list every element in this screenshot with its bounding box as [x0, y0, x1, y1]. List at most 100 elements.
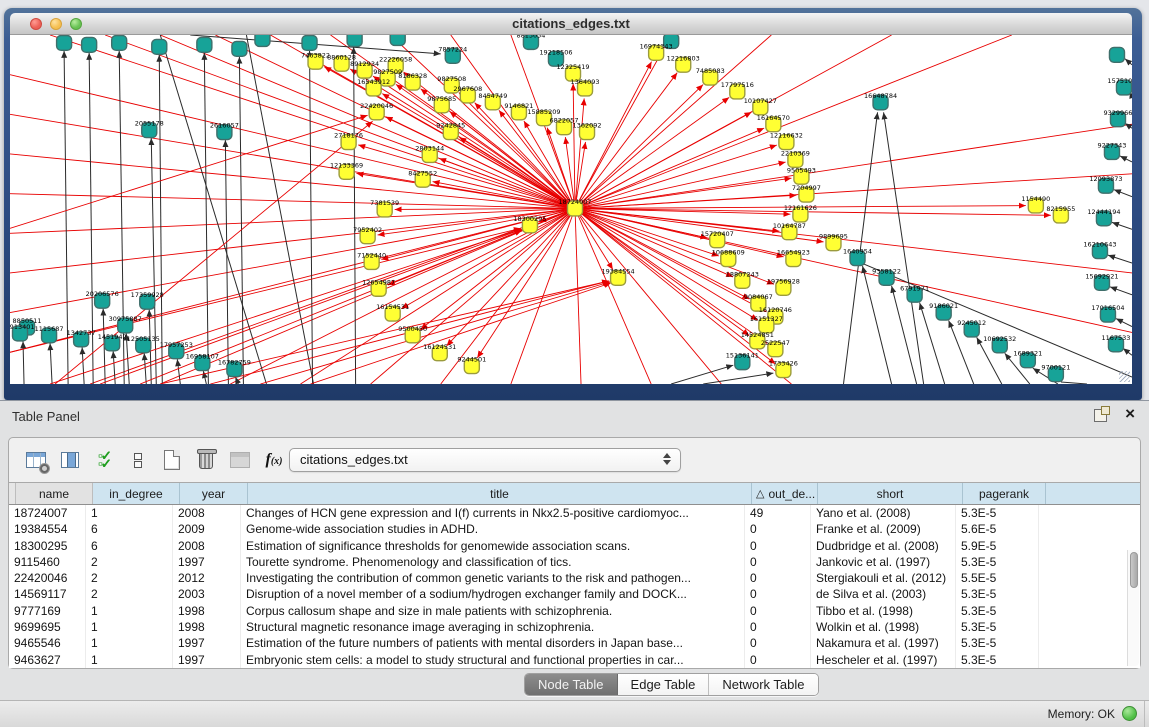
graph-node-label: 8215955 — [1046, 205, 1075, 213]
new-table-button[interactable] — [157, 445, 187, 475]
scrollbar-thumb[interactable] — [1130, 552, 1138, 588]
graph-node[interactable] — [57, 35, 72, 50]
graph-node-label: 9899695 — [819, 233, 848, 241]
column-visibility-button[interactable] — [55, 445, 85, 475]
cell-name: 18724007 — [9, 505, 86, 521]
graph-node-label: 12444194 — [1087, 208, 1120, 216]
import-table-button[interactable] — [225, 445, 255, 475]
cell-year: 1997 — [173, 635, 241, 651]
graph-node-label: 10164787 — [773, 222, 806, 230]
table-select-value: citations_edges.txt — [300, 452, 408, 467]
table-row[interactable]: 969969511998Structural magnetic resonanc… — [9, 619, 1140, 635]
graph-node-label: 14524851 — [741, 331, 774, 339]
graph-node-label: 17797516 — [721, 81, 754, 89]
network-canvas[interactable]: 7463822886012889129342222605898275098186… — [10, 35, 1132, 384]
window-resize-grip[interactable] — [1119, 371, 1130, 382]
graph-node-label: 12116632 — [770, 132, 803, 140]
graph-node-label: 15136141 — [726, 352, 759, 360]
graph-node[interactable] — [152, 39, 167, 54]
table-row[interactable]: 2242004622012Investigating the contribut… — [9, 570, 1140, 586]
column-header-title[interactable]: title — [248, 483, 752, 504]
cell-year: 1998 — [173, 619, 241, 635]
cell-title: Corpus callosum shape and size in male p… — [241, 603, 745, 619]
graph-node[interactable] — [390, 35, 405, 45]
column-header-out_de[interactable]: △out_de... — [752, 483, 818, 504]
graph-node-label: 17016504 — [1091, 304, 1124, 312]
graph-node-label: 9227343 — [1097, 142, 1126, 150]
table-header-row: namein_degreeyeartitle△out_de...shortpag… — [9, 483, 1140, 505]
cell-name: 9465546 — [9, 635, 86, 651]
table-row[interactable]: 1830029562008Estimation of significance … — [9, 538, 1140, 554]
graph-node-label: 1115687 — [35, 325, 64, 333]
dropdown-arrows-icon — [663, 453, 671, 465]
tab-node-table[interactable]: Node Table — [525, 674, 618, 695]
graph-node-label: 7204997 — [792, 184, 821, 192]
graph-node[interactable] — [1109, 47, 1124, 62]
table-settings-button[interactable] — [21, 445, 51, 475]
cell-name: 19384554 — [9, 521, 86, 537]
graph-node[interactable] — [112, 35, 127, 50]
cell-short: Nakamura et al. (1997) — [811, 635, 956, 651]
row-height-button[interactable] — [123, 445, 153, 475]
graph-node[interactable] — [347, 35, 362, 46]
table-row[interactable]: 946554611997Estimation of the future num… — [9, 635, 1140, 651]
graph-node-label: 16543912 — [357, 78, 390, 86]
graph-node-label: 30975887 — [109, 315, 142, 323]
graph-node[interactable] — [82, 37, 97, 52]
graph-node-label: 9827508 — [437, 75, 466, 83]
graph-node-label: 9329966 — [1103, 109, 1132, 117]
cell-short: Yano et al. (2008) — [811, 505, 956, 521]
graph-node-label: 9186021 — [929, 302, 958, 310]
graph-node[interactable] — [255, 35, 270, 46]
graph-node-label: 9700121 — [1041, 364, 1070, 372]
table-select-dropdown[interactable]: citations_edges.txt — [289, 448, 681, 472]
cell-in_degree: 6 — [86, 521, 173, 537]
status-bar: Memory: OK — [0, 700, 1149, 727]
graph-node-label: 7381539 — [370, 199, 399, 207]
tab-network-table[interactable]: Network Table — [709, 674, 817, 695]
graph-node-label: 16120746 — [759, 306, 792, 314]
cell-pagerank: 5.3E-5 — [956, 554, 1039, 570]
graph-node-label: 1362092 — [573, 122, 602, 130]
graph-node-label: 12654987 — [362, 278, 395, 286]
graph-node[interactable] — [197, 37, 212, 52]
network-window-titlebar[interactable]: citations_edges.txt — [10, 13, 1132, 35]
column-header-short[interactable]: short — [818, 483, 963, 504]
select-rows-button[interactable]: ▫✓▫✓ — [89, 445, 119, 475]
graph-node-label: 1451942 — [98, 333, 127, 341]
graph-node[interactable] — [302, 35, 317, 50]
column-header-name[interactable]: name — [16, 483, 93, 504]
cell-in_degree: 2 — [86, 554, 173, 570]
cell-short: de Silva et al. (2003) — [811, 586, 956, 602]
column-header-in_degree[interactable]: in_degree — [93, 483, 180, 504]
graph-node[interactable] — [232, 41, 247, 56]
vertical-scrollbar[interactable] — [1127, 550, 1139, 666]
float-panel-icon[interactable] — [1094, 409, 1107, 422]
table-row[interactable]: 911546021997Tourette syndrome. Phenomeno… — [9, 554, 1140, 570]
table-row[interactable]: 1938455462009Genome-wide association stu… — [9, 521, 1140, 537]
cell-short: Hescheler et al. (1997) — [811, 652, 956, 668]
graph-node-label: 2210369 — [781, 149, 810, 157]
tab-edge-table[interactable]: Edge Table — [618, 674, 710, 695]
gear-icon — [40, 464, 49, 473]
column-header-year[interactable]: year — [180, 483, 248, 504]
close-panel-icon[interactable]: × — [1125, 404, 1135, 424]
sort-ascending-icon: △ — [756, 487, 764, 500]
table-row[interactable]: 946362711997Embryonic stem cells: a mode… — [9, 652, 1140, 668]
graph-node-label: 19384554 — [602, 267, 635, 275]
cell-out_de: 0 — [745, 635, 811, 651]
graph-node-label: 9505493 — [787, 166, 816, 174]
delete-table-button[interactable] — [191, 445, 221, 475]
table-row[interactable]: 977716911998Corpus callosum shape and si… — [9, 603, 1140, 619]
column-header-pagerank[interactable]: pagerank — [963, 483, 1046, 504]
graph-node-label: 9084067 — [744, 293, 773, 301]
node-table: namein_degreeyeartitle△out_de...shortpag… — [9, 482, 1140, 668]
graph-node-label: 12325419 — [556, 63, 589, 71]
table-row[interactable]: 1872400712008Changes of HCN gene express… — [9, 505, 1140, 521]
graph-node-label: 16210643 — [1083, 241, 1116, 249]
table-row[interactable]: 1456911722003Disruption of a novel membe… — [9, 586, 1140, 602]
graph-node-label: 1154490 — [1021, 195, 1050, 203]
graph-node-label: 15751074 — [1107, 77, 1132, 85]
cell-pagerank: 5.6E-5 — [956, 521, 1039, 537]
function-builder-button[interactable]: f(x) — [259, 445, 289, 475]
